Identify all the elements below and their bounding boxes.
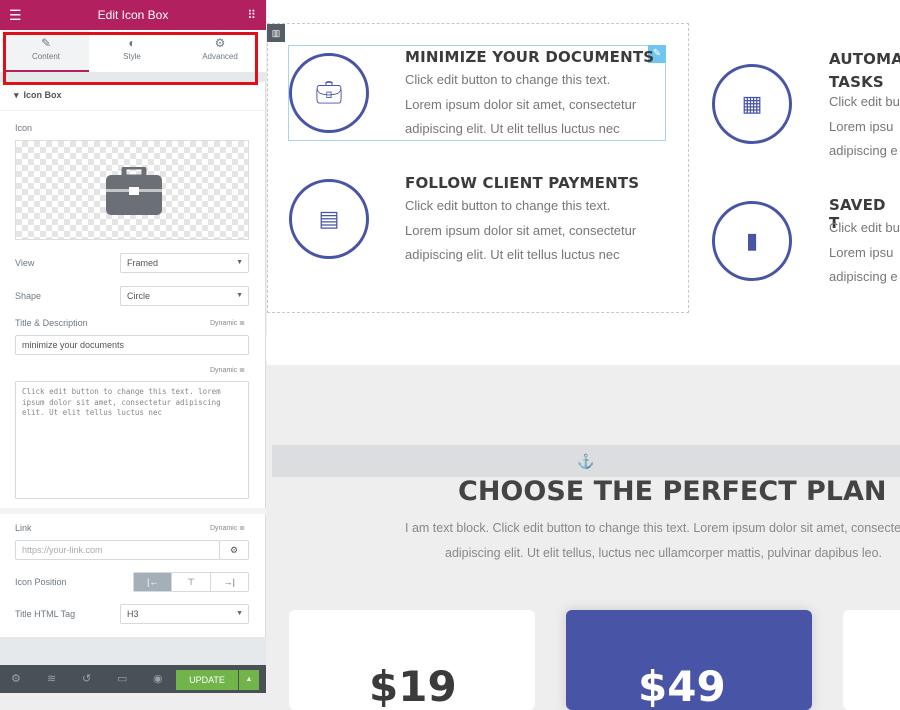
view-label: View — [15, 258, 35, 268]
title-desc-label: Title & Description — [15, 318, 88, 328]
link-options-button[interactable]: ⚙ — [219, 540, 249, 560]
icon-label: Icon — [15, 123, 33, 133]
pricing-card-featured: $49 — [566, 610, 812, 710]
pricing-text: I am text block. Click edit button to ch… — [405, 521, 900, 535]
grid-icon[interactable]: ⠿ — [247, 0, 256, 30]
pricing-card-basic: $19 — [289, 610, 535, 710]
dynamic-tag-button[interactable]: Dynamic ≣ — [210, 524, 245, 532]
icon-position-top[interactable]: ⊤ — [171, 573, 209, 591]
briefcase-icon — [106, 167, 162, 215]
column-handle[interactable]: ▥ — [267, 24, 285, 42]
icon-box-title[interactable]: MINIMIZE YOUR DOCUMENTS — [405, 48, 654, 66]
menu-icon[interactable]: ☰ — [9, 0, 22, 30]
link-label: Link — [15, 523, 32, 533]
panel-title: Edit Icon Box — [97, 8, 169, 22]
section-icon-box[interactable]: ▾ Icon Box — [14, 90, 62, 101]
editor-panel: ☰ Edit Icon Box ⠿ ✎ Content ◐ Style ⚙ Advan… — [0, 0, 266, 693]
features-section: ▥ ✎ 💼︎ MINIMIZE YOUR DOCUMENTS Click edi… — [267, 0, 900, 365]
description-textarea[interactable]: Click edit button to change this text. l… — [15, 381, 249, 499]
price: $49 — [638, 662, 726, 710]
history-icon[interactable]: ↺ — [82, 672, 91, 685]
settings-icon[interactable]: ⚙ — [11, 672, 21, 685]
title-input[interactable]: minimize your documents — [15, 335, 249, 355]
preview-eye-icon[interactable]: ◉ — [153, 672, 163, 685]
layers-icon[interactable]: ≋ — [47, 672, 56, 685]
price: $19 — [369, 662, 457, 710]
shape-select[interactable]: Circle ▼ — [120, 286, 249, 306]
responsive-icon[interactable]: ▭ — [117, 672, 127, 685]
icon-box-title[interactable]: AUTOMA — [829, 48, 900, 71]
shape-label: Shape — [15, 291, 42, 301]
book-icon: ▮ — [712, 201, 792, 281]
calculator-icon: ▦ — [712, 64, 792, 144]
briefcase-icon: 💼︎ — [289, 53, 369, 133]
icon-box-title[interactable]: FOLLOW CLIENT PAYMENTS — [405, 174, 639, 192]
panel-header: ☰ Edit Icon Box ⠿ — [0, 0, 266, 30]
update-button[interactable]: UPDATE — [176, 670, 238, 690]
anchor-icon: ⚓ — [272, 445, 900, 477]
highlight-box — [3, 32, 258, 85]
pricing-heading[interactable]: CHOOSE THE PERFECT PLAN — [458, 476, 887, 507]
title-tag-select[interactable]: H3 ▼ — [120, 604, 249, 624]
icon-position-label: Icon Position — [15, 577, 67, 587]
dynamic-tag-button[interactable]: Dynamic ≣ — [210, 366, 245, 374]
update-options-button[interactable]: ▲ — [239, 670, 259, 690]
gear-icon: ⚙ — [229, 545, 239, 555]
icon-position-right[interactable]: →| — [209, 573, 248, 591]
icon-picker[interactable] — [15, 140, 249, 240]
title-tag-label: Title HTML Tag — [15, 609, 76, 619]
view-select[interactable]: Framed ▼ — [120, 253, 249, 273]
dynamic-tag-button[interactable]: Dynamic ≣ — [210, 319, 245, 327]
credit-card-icon: ▤ — [289, 179, 369, 259]
pricing-card-premium — [843, 610, 900, 710]
icon-position-left[interactable]: |← — [134, 573, 172, 591]
link-input[interactable]: https://your-link.com — [15, 540, 220, 560]
